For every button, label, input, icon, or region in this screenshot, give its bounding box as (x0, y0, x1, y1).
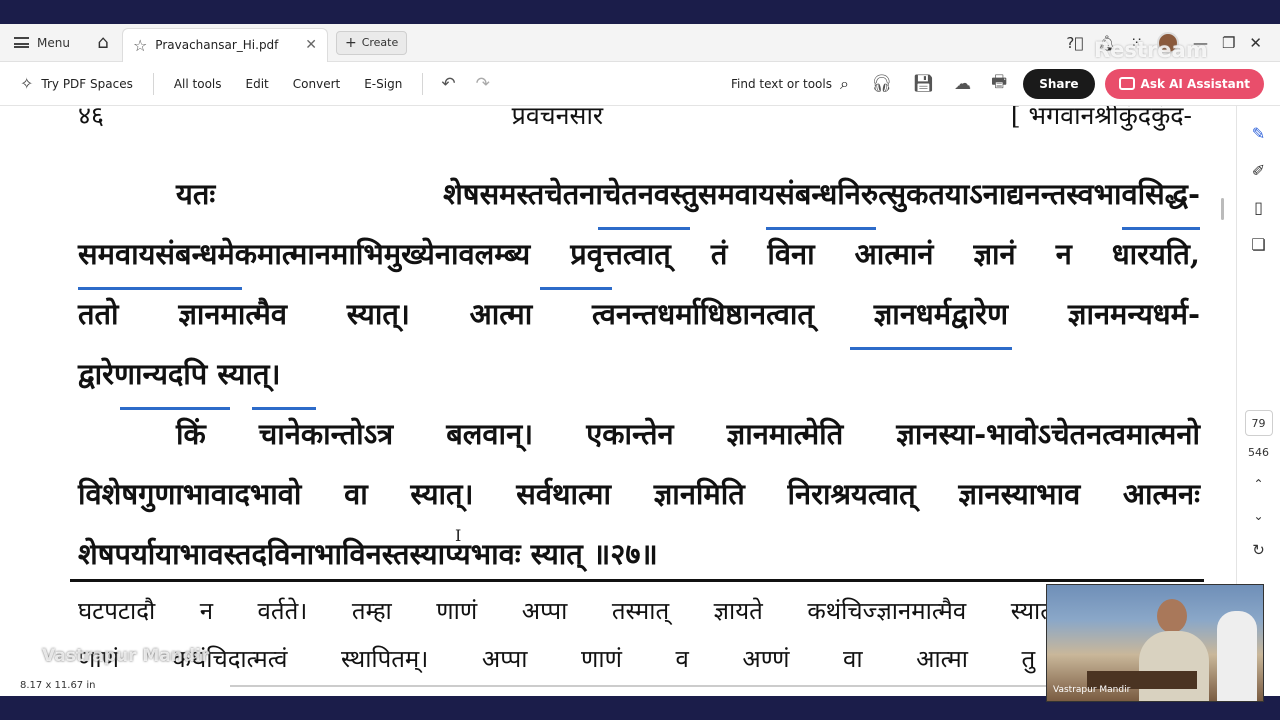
stream-overlay-label: Vastrapur Mandir (18, 646, 209, 666)
running-header-right: [ भगवानश्रीकुंदकुंद- (1010, 106, 1192, 130)
text-line: समवायसंबन्धमेकमात्मानमाभिमुख्येनावलम्ब्य… (78, 237, 1200, 271)
refresh-icon[interactable]: ↻ (1252, 541, 1265, 559)
close-window-icon[interactable]: ✕ (1249, 34, 1262, 52)
page-size-label: 8.17 x 11.67 in (20, 679, 96, 691)
footnote-line: णाणं कथंचिदात्मत्वं स्थापितम्। अप्पा णाण… (78, 645, 1200, 673)
main-toolbar: ✧ Try PDF Spaces All tools Edit Convert … (0, 62, 1280, 106)
bookmark-icon[interactable]: ▯ (1254, 198, 1263, 217)
horizontal-scrollbar[interactable] (230, 685, 1060, 687)
current-page-input[interactable]: 79 (1244, 410, 1273, 436)
page-number: ४६ (78, 106, 105, 130)
help-icon[interactable]: ?⃝ (1066, 34, 1083, 52)
footnote-rule (70, 579, 1204, 582)
chevron-up-icon[interactable]: ⌃ (1253, 477, 1263, 491)
text-cursor-icon: I (455, 526, 462, 545)
redo-icon[interactable]: ↷ (466, 74, 500, 94)
tab-title: Pravachansar_Hi.pdf (155, 38, 279, 52)
esign-button[interactable]: E-Sign (352, 77, 414, 91)
undo-icon[interactable]: ↶ (431, 74, 465, 94)
ai-assistant-label: Ask AI Assistant (1140, 76, 1250, 91)
ask-ai-assistant-button[interactable]: Ask AI Assistant (1104, 68, 1264, 99)
find-text-or-tools[interactable]: Find text or tools ⌕ (731, 74, 861, 94)
close-tab-icon[interactable]: ✕ (305, 37, 317, 53)
create-label: Create (361, 36, 399, 49)
document-tab[interactable]: ☆ Pravachansar_Hi.pdf ✕ (121, 27, 328, 62)
speaker-body (1139, 631, 1209, 701)
try-pdf-spaces-label: Try PDF Spaces (41, 76, 133, 91)
running-title: प्रवचनसार (511, 106, 604, 130)
camera-caption: Vastrapur Mandir (1053, 685, 1131, 695)
hamburger-icon (14, 37, 29, 48)
divider (152, 72, 154, 95)
annotate-icon[interactable]: ✐ (1252, 161, 1265, 180)
comment-icon[interactable]: ✎ (1252, 124, 1265, 143)
highlight-underline (78, 287, 242, 290)
star-icon[interactable]: ☆ (133, 36, 147, 55)
home-icon[interactable]: ⌂ (84, 32, 122, 53)
text-line: शेषपर्यायाभावस्तदविनाभाविनस्तस्याप्यभावः… (78, 537, 658, 571)
highlight-underline (540, 287, 612, 290)
print-icon[interactable]: 🖶 (981, 69, 1017, 98)
menu-label: Menu (37, 35, 70, 50)
text-line: ततो ज्ञानमात्मैव स्यात्। आत्मा त्वनन्तधर… (78, 297, 1200, 331)
highlight-underline (850, 347, 1012, 350)
edit-button[interactable]: Edit (234, 77, 281, 91)
stream-label-text: Vastrapur Mandir (42, 646, 210, 666)
chevron-down-icon[interactable]: ⌄ (1253, 509, 1263, 523)
status-bar: 8.17 x 11.67 in (0, 674, 1216, 696)
vertical-scrollbar[interactable] (1221, 198, 1224, 220)
footnote-line: घटपटादौ न वर्तते। तम्हा णाणं अप्पा तस्मा… (78, 597, 1200, 625)
ai-assistant-icon (1118, 77, 1135, 90)
text-line: विशेषगुणाभावादभावो वा स्यात्। सर्वथात्मा… (78, 477, 1200, 511)
text-line: यतः शेषसमस्तचेतनाचेतनवस्तुसमवायसंबन्धनिर… (176, 177, 1200, 211)
create-button[interactable]: + Create (335, 30, 408, 55)
spaces-icon: ✧ (20, 74, 34, 93)
headphones-icon[interactable]: 🎧︎ (861, 74, 903, 94)
highlight-underline (1122, 227, 1200, 230)
speaker-head (1157, 599, 1187, 633)
highlight-underline (598, 227, 690, 230)
screen-icon (18, 649, 36, 663)
highlight-underline (766, 227, 876, 230)
save-icon[interactable]: 💾︎ (903, 74, 945, 94)
text-line: द्वारेणान्यदपि स्यात्। (78, 357, 281, 391)
highlight-underline (120, 407, 230, 410)
plus-icon: + (344, 34, 357, 51)
restream-watermark: Restream (1094, 38, 1208, 62)
total-pages: 546 (1248, 446, 1269, 459)
try-pdf-spaces-button[interactable]: ✧ Try PDF Spaces (0, 74, 145, 93)
background-figure (1217, 611, 1257, 701)
convert-button[interactable]: Convert (281, 77, 352, 91)
share-button[interactable]: Share (1023, 68, 1095, 99)
find-label: Find text or tools (731, 76, 832, 91)
upload-cloud-icon[interactable]: ☁ (944, 74, 981, 94)
divider (422, 72, 424, 95)
restore-icon[interactable]: ❐ (1222, 34, 1235, 52)
copy-pages-icon[interactable]: ❏ (1251, 235, 1265, 254)
highlight-underline (252, 407, 316, 410)
menu-button[interactable]: Menu (0, 24, 84, 62)
webcam-overlay: Vastrapur Mandir (1046, 584, 1264, 702)
title-bar: Menu ⌂ ☆ Pravachansar_Hi.pdf ✕ + Create … (0, 24, 1280, 62)
text-line: किं चानेकान्तोऽत्र बलवान्। एकान्तेन ज्ञा… (176, 417, 1200, 451)
search-icon: ⌕ (839, 73, 849, 93)
page-header: ४६ प्रवचनसार [ भगवानश्रीकुंदकुंद- (78, 106, 1192, 132)
pdf-page-area[interactable]: ४६ प्रवचनसार [ भगवानश्रीकुंदकुंद- यतः शे… (0, 106, 1216, 674)
all-tools-button[interactable]: All tools (162, 77, 234, 91)
